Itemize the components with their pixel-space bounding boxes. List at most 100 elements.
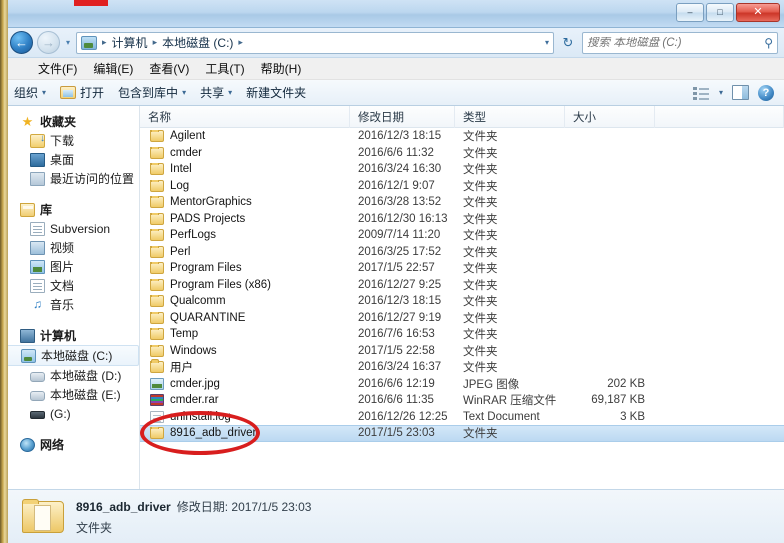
menu-item-tools[interactable]: 工具(T) — [205, 60, 244, 77]
table-row[interactable]: MentorGraphics 2016/3/28 13:52 文件夹 — [140, 194, 784, 211]
rar-file-icon — [150, 394, 164, 407]
organize-button[interactable]: 组织 ▾ — [14, 84, 46, 101]
table-row[interactable]: 用户 2016/3/24 16:37 文件夹 — [140, 359, 784, 376]
table-row[interactable]: PADS Projects 2016/12/30 16:13 文件夹 — [140, 211, 784, 228]
search-input[interactable] — [587, 36, 765, 49]
document-icon — [30, 278, 45, 293]
file-type-cell: 文件夹 — [463, 180, 498, 193]
file-date-cell: 2009/7/14 11:20 — [358, 229, 441, 242]
sidebar-label-pictures: 图片 — [50, 260, 75, 274]
document-icon — [30, 221, 45, 236]
sidebar-label-videos: 视频 — [50, 241, 75, 255]
menu-item-view[interactable]: 查看(V) — [149, 60, 189, 77]
nav-spacer-1 — [0, 190, 139, 200]
table-row[interactable]: Program Files (x86) 2016/12/27 9:25 文件夹 — [140, 277, 784, 294]
column-header-date[interactable]: 修改日期 — [350, 105, 455, 128]
table-row[interactable]: Intel 2016/3/24 16:30 文件夹 — [140, 161, 784, 178]
sidebar-item-local-disk-c[interactable]: 本地磁盘 (C:) — [6, 345, 139, 366]
change-view-icon[interactable] — [692, 86, 710, 100]
sidebar-item-downloads[interactable]: 下载 — [0, 131, 139, 150]
sidebar-item-favorites[interactable]: ★ 收藏夹 — [0, 112, 139, 131]
table-row[interactable]: Qualcomm 2016/12/3 18:15 文件夹 — [140, 293, 784, 310]
help-icon[interactable]: ? — [758, 84, 774, 101]
breadcrumb-separator-2[interactable]: ▸ — [237, 37, 244, 48]
column-header-size[interactable]: 大小 — [565, 105, 655, 128]
file-name-label: cmder.rar — [170, 394, 219, 407]
folder-icon — [150, 328, 164, 341]
table-row[interactable]: Program Files 2017/1/5 22:57 文件夹 — [140, 260, 784, 277]
minimize-button[interactable]: – — [676, 3, 704, 22]
sidebar-item-libraries[interactable]: 库 — [0, 200, 139, 219]
menu-item-help[interactable]: 帮助(H) — [261, 60, 302, 77]
new-folder-button[interactable]: 新建文件夹 — [246, 84, 306, 101]
table-row[interactable]: QUARANTINE 2016/12/27 9:19 文件夹 — [140, 310, 784, 327]
hard-drive-icon — [30, 390, 45, 401]
column-header-name[interactable]: 名称 — [140, 105, 350, 128]
include-in-library-button[interactable]: 包含到库中 ▾ — [118, 84, 186, 101]
nav-spacer-2 — [0, 316, 139, 326]
file-type-cell: 文件夹 — [463, 197, 498, 210]
breadcrumb-item-local-disk-c[interactable]: 本地磁盘 (C:) — [160, 33, 235, 52]
file-name-label: cmder — [170, 146, 202, 159]
table-row-selected[interactable]: 8916_adb_driver 2017/1/5 23:03 文件夹 — [140, 425, 784, 442]
file-type-cell: Text Document — [463, 410, 540, 423]
close-button[interactable]: ✕ — [736, 3, 780, 22]
table-row[interactable]: Windows 2017/1/5 22:58 文件夹 — [140, 343, 784, 360]
sidebar-item-desktop[interactable]: 桌面 — [0, 150, 139, 169]
table-row[interactable]: Perl 2016/3/25 17:52 文件夹 — [140, 244, 784, 261]
breadcrumb-separator-0[interactable]: ▸ — [101, 37, 108, 48]
table-row[interactable]: cmder.rar 2016/6/6 11:35 WinRAR 压缩文件 69,187… — [140, 392, 784, 409]
sidebar-item-videos[interactable]: 视频 — [0, 238, 139, 257]
breadcrumb-separator-1[interactable]: ▸ — [152, 37, 159, 48]
search-icon: ⚲ — [764, 35, 773, 50]
sidebar-item-local-disk-e[interactable]: 本地磁盘 (E:) — [0, 385, 139, 404]
sidebar-item-removable-drive-g[interactable]: (G:) — [0, 404, 139, 423]
include-in-library-label: 包含到库中 — [118, 86, 179, 100]
file-name-label: Log — [170, 179, 190, 192]
sidebar-item-pictures[interactable]: 图片 — [0, 257, 139, 276]
details-line-1: 8916_adb_driver 修改日期: 2017/1/5 23:03 — [76, 498, 311, 515]
text-file-icon — [150, 410, 164, 423]
table-row[interactable]: Log 2016/12/1 9:07 文件夹 — [140, 178, 784, 195]
preview-pane-icon[interactable] — [732, 85, 749, 100]
navigation-pane[interactable]: ★ 收藏夹 下载 桌面 最近访问的位置 — [0, 106, 140, 489]
change-view-dropdown-icon[interactable]: ▾ — [719, 88, 723, 97]
file-rows[interactable]: Agilent 2016/12/3 18:15 文件夹 cmder 2016/6/6 1… — [140, 128, 784, 489]
share-button[interactable]: 共享 ▾ — [200, 84, 232, 101]
sidebar-item-computer[interactable]: 计算机 — [0, 326, 139, 345]
forward-button[interactable]: → — [37, 31, 60, 54]
column-header-type[interactable]: 类型 — [455, 105, 565, 128]
file-name-cell: Temp — [140, 328, 350, 341]
open-button[interactable]: 打开 — [60, 84, 104, 101]
file-date-cell: 2017/1/5 22:58 — [358, 344, 435, 357]
search-box[interactable]: ⚲ — [582, 31, 778, 54]
table-row[interactable]: cmder 2016/6/6 11:32 文件夹 — [140, 145, 784, 162]
sidebar-item-local-disk-d[interactable]: 本地磁盘 (D:) — [0, 366, 139, 385]
sidebar-item-network[interactable]: 网络 — [0, 435, 139, 454]
folder-icon — [150, 359, 164, 374]
column-headers: 名称 修改日期 类型 大小 — [140, 105, 784, 128]
maximize-button[interactable]: □ — [706, 3, 734, 22]
breadcrumb[interactable]: ▸ 计算机 ▸ 本地磁盘 (C:) ▸ ▾ — [76, 31, 554, 54]
refresh-button[interactable]: ↻ — [558, 32, 578, 54]
menu-item-file[interactable]: 文件(F) — [38, 60, 77, 77]
file-date-cell: 2016/3/28 13:52 — [358, 196, 442, 209]
back-button[interactable]: ← — [10, 31, 33, 54]
table-row[interactable]: Agilent 2016/12/3 18:15 文件夹 — [140, 128, 784, 145]
chevron-down-icon: ▾ — [182, 88, 187, 97]
table-row[interactable]: PerfLogs 2009/7/14 11:20 文件夹 — [140, 227, 784, 244]
table-row[interactable]: cmder.jpg 2016/6/6 12:19 JPEG 图像 202 KB — [140, 376, 784, 393]
sidebar-item-music[interactable]: ♫ 音乐 — [0, 295, 139, 314]
history-dropdown-icon[interactable]: ▾ — [64, 38, 72, 47]
sidebar-item-documents[interactable]: 文档 — [0, 276, 139, 295]
file-date-cell: 2016/12/3 18:15 — [358, 295, 442, 308]
breadcrumb-item-computer[interactable]: 计算机 — [110, 33, 150, 52]
menu-item-edit[interactable]: 编辑(E) — [93, 60, 133, 77]
table-row[interactable]: uninstall.log 2016/12/26 12:25 Text Docume… — [140, 409, 784, 426]
table-row[interactable]: Temp 2016/7/6 16:53 文件夹 — [140, 326, 784, 343]
video-icon — [30, 240, 45, 255]
sidebar-item-recent-places[interactable]: 最近访问的位置 — [0, 169, 139, 188]
sidebar-item-subversion[interactable]: Subversion — [0, 219, 139, 238]
breadcrumb-dropdown-icon[interactable]: ▾ — [545, 38, 549, 47]
sidebar-label-favorites: 收藏夹 — [40, 115, 77, 129]
